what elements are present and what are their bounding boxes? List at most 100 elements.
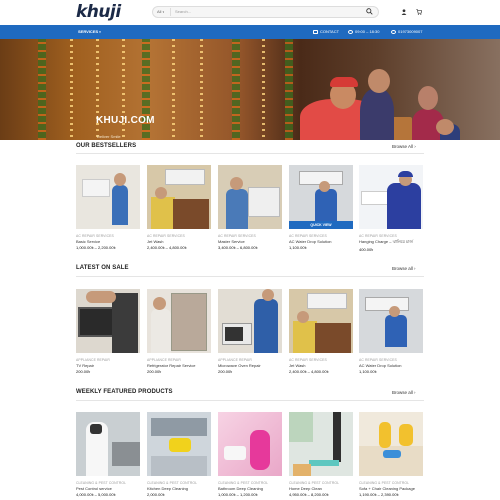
product-card[interactable]: AC REPAIR SERVICES Basic Service 1,000.0… <box>76 165 140 252</box>
product-name[interactable]: Sofa + Chair Cleaning Package <box>359 486 423 491</box>
product-image[interactable] <box>218 412 282 476</box>
product-name[interactable]: Home Deep Clean <box>289 486 353 491</box>
browse-label: Browse All <box>392 144 414 149</box>
product-card[interactable]: AC REPAIR SERVICES Jet Wash 2,400.00৳ – … <box>147 165 211 252</box>
site-logo[interactable]: khuji <box>76 2 121 22</box>
product-card[interactable]: CLEANING & PEST CONTROL Kitchen Deep Cle… <box>147 412 211 499</box>
product-category: AC REPAIR SERVICES <box>289 234 327 238</box>
product-card[interactable]: APPLIANCE REPAIR TV Repair 200.00৳ <box>76 289 140 376</box>
product-card[interactable]: CLEANING & PEST CONTROL Pest Control ser… <box>76 412 140 499</box>
product-card[interactable]: AC REPAIR SERVICES Hanging Charge – ঝালি… <box>359 165 423 254</box>
product-category: AC REPAIR SERVICES <box>359 234 397 238</box>
product-image[interactable] <box>218 289 282 353</box>
search-category-select[interactable]: All ▾ <box>154 8 171 16</box>
browse-all-weekly-featured[interactable]: Browse all › <box>392 390 416 395</box>
main-nav: SERVICES ▾ CONTACT 09:00 – 18:30 0197300… <box>0 25 500 39</box>
nav-contact[interactable]: CONTACT <box>313 29 339 34</box>
hero-title: KHUJI.COM <box>96 115 155 126</box>
product-price: 4,000.00৳ – 5,000.00৳ <box>76 492 116 497</box>
search-icon[interactable] <box>366 8 373 15</box>
chevron-right-icon: › <box>414 266 416 271</box>
section-title-weekly-featured: WEEKLY FEATURED PRODUCTS <box>76 389 173 395</box>
browse-label: Browse all <box>392 266 413 271</box>
product-name[interactable]: Basic Service <box>76 239 140 244</box>
product-name[interactable]: TV Repair <box>76 363 140 368</box>
product-image[interactable] <box>289 412 353 476</box>
product-category: AC REPAIR SERVICES <box>359 358 397 362</box>
product-price: 1,000.00৳ – 1,200.00৳ <box>218 492 258 497</box>
nav-contact-label: CONTACT <box>320 29 340 34</box>
user-icon[interactable] <box>401 9 407 15</box>
product-category: AC REPAIR SERVICES <box>218 234 256 238</box>
hero-subtitle: Deliver Smile <box>97 134 121 139</box>
nav-hours: 09:00 – 18:30 <box>348 29 379 34</box>
hero-banner[interactable]: KHUJI.COM Deliver Smile <box>0 39 500 140</box>
product-price: 4,950.00৳ – 8,200.00৳ <box>289 492 329 497</box>
product-image[interactable] <box>147 289 211 353</box>
product-image[interactable] <box>76 412 140 476</box>
product-image[interactable] <box>147 165 211 229</box>
product-category: AC REPAIR SERVICES <box>289 358 327 362</box>
product-category: APPLIANCE REPAIR <box>76 358 110 362</box>
product-name[interactable]: AC Water Drop Solution <box>359 363 423 368</box>
nav-hours-label: 09:00 – 18:30 <box>355 29 380 34</box>
product-price: 1,100.00৳ <box>359 369 377 374</box>
product-image[interactable] <box>218 165 282 229</box>
product-image[interactable] <box>147 412 211 476</box>
product-category: AC REPAIR SERVICES <box>76 234 114 238</box>
product-name[interactable]: Kitchen Deep Cleaning <box>147 486 211 491</box>
product-card[interactable]: QUICK VIEW AC REPAIR SERVICES AC Water D… <box>289 165 353 252</box>
product-name[interactable]: Bathroom Deep Cleaning <box>218 486 282 491</box>
product-name[interactable]: AC Water Drop Solution <box>289 239 353 244</box>
search-input[interactable]: Search... <box>175 8 191 16</box>
product-name[interactable]: Pest Control service <box>76 486 140 491</box>
divider <box>76 153 424 154</box>
product-card[interactable]: AC REPAIR SERVICES Master Service 3,400.… <box>218 165 282 252</box>
product-card[interactable]: CLEANING & PEST CONTROL Sofa + Chair Cle… <box>359 412 423 499</box>
product-card[interactable]: CLEANING & PEST CONTROL Home Deep Clean … <box>289 412 353 499</box>
services-menu[interactable]: SERVICES ▾ <box>78 29 101 34</box>
product-category: AC REPAIR SERVICES <box>147 234 185 238</box>
product-price: 1,100.00৳ <box>289 245 307 250</box>
product-name[interactable]: Master Service <box>218 239 282 244</box>
product-name[interactable]: Microwave Oven Repair <box>218 363 282 368</box>
search-bar: All ▾ Search... <box>152 6 379 18</box>
product-image[interactable] <box>359 165 423 229</box>
product-category: CLEANING & PEST CONTROL <box>147 481 198 485</box>
product-price: 1,190.00৳ – 2,390.00৳ <box>359 492 399 497</box>
product-card[interactable]: APPLIANCE REPAIR Microwave Oven Repair 2… <box>218 289 282 376</box>
nav-phone-label: 01973009007 <box>398 29 423 34</box>
product-name[interactable]: Hanging Charge – ঝালিয়ে চার্জ <box>359 239 423 246</box>
product-price: 2,400.00৳ – 4,800.00৳ <box>147 245 187 250</box>
divider <box>76 276 424 277</box>
product-name[interactable]: Jet Wash <box>147 239 211 244</box>
product-price: 3,400.00৳ – 6,800.00৳ <box>218 245 258 250</box>
nav-phone[interactable]: 01973009007 <box>391 29 422 34</box>
product-category: CLEANING & PEST CONTROL <box>289 481 340 485</box>
chevron-down-icon: ▾ <box>99 30 101 34</box>
cart-icon[interactable] <box>416 9 422 15</box>
product-image[interactable] <box>359 289 423 353</box>
section-title-latest-on-sale: LATEST ON SALE <box>76 265 129 271</box>
product-card[interactable]: AC REPAIR SERVICES Jet Wash 2,400.00৳ – … <box>289 289 353 376</box>
product-card[interactable]: AC REPAIR SERVICES AC Water Drop Solutio… <box>359 289 423 376</box>
product-name[interactable]: Jet Wash <box>289 363 353 368</box>
browse-all-bestsellers[interactable]: Browse All › <box>392 144 416 149</box>
product-image[interactable]: QUICK VIEW <box>289 165 353 229</box>
product-category: CLEANING & PEST CONTROL <box>359 481 410 485</box>
browse-all-latest-on-sale[interactable]: Browse all › <box>392 266 416 271</box>
product-name[interactable]: Refrigerator Repair Service <box>147 363 211 368</box>
clock-icon <box>348 30 353 34</box>
product-image[interactable] <box>289 289 353 353</box>
product-category: APPLIANCE REPAIR <box>218 358 252 362</box>
product-card[interactable]: APPLIANCE REPAIR Refrigerator Repair Ser… <box>147 289 211 376</box>
product-image[interactable] <box>359 412 423 476</box>
product-category: APPLIANCE REPAIR <box>147 358 181 362</box>
browse-label: Browse all <box>392 390 413 395</box>
product-image[interactable] <box>76 289 140 353</box>
chevron-right-icon: › <box>414 144 416 149</box>
divider <box>76 400 424 401</box>
product-card[interactable]: CLEANING & PEST CONTROL Bathroom Deep Cl… <box>218 412 282 499</box>
quick-view-button[interactable]: QUICK VIEW <box>289 221 353 229</box>
product-image[interactable] <box>76 165 140 229</box>
